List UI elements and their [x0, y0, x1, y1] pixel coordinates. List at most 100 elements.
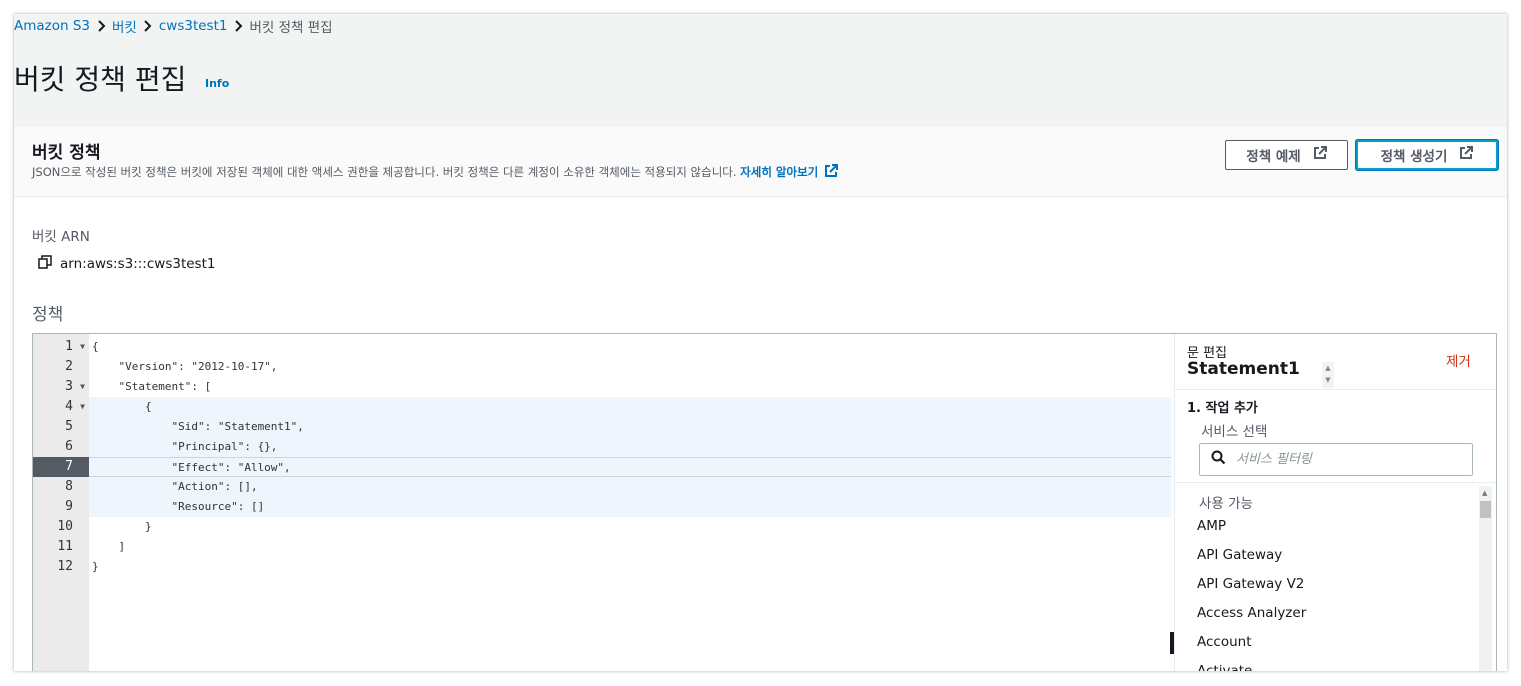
line-number: 3 ▼ [33, 377, 89, 397]
learn-more-label: 자세히 알아보기 [740, 165, 819, 179]
code-line[interactable]: ] [89, 537, 1171, 557]
code-line-text: "Effect": "Allow", [92, 461, 291, 474]
service-filter-field[interactable] [1199, 443, 1473, 476]
service-filter-input[interactable] [1234, 451, 1458, 468]
line-number-text: 11 [57, 539, 73, 554]
line-number: 1 ▼ [33, 337, 89, 357]
line-number-text: 2 [65, 359, 73, 374]
chevron-right-icon [137, 18, 159, 34]
chevron-right-icon [90, 18, 112, 34]
fold-toggle-icon[interactable]: ▼ [80, 377, 85, 397]
external-link-icon [824, 164, 839, 181]
code-line-text: "Resource": [] [92, 500, 265, 513]
statement-stepper[interactable]: ▲ ▼ [1322, 362, 1334, 388]
line-number: 5 [33, 417, 89, 437]
code-line[interactable]: "Action": [], [89, 477, 1171, 497]
external-link-icon [1313, 146, 1327, 164]
line-number-text: 8 [65, 479, 73, 494]
code-line[interactable]: "Version": "2012-10-17", [89, 357, 1171, 377]
remove-statement-button[interactable]: 제거 [1446, 350, 1471, 370]
line-number: 4 ▼ [33, 397, 89, 417]
panel-description: JSON으로 작성된 버킷 정책은 버킷에 저장된 객체에 대한 액세스 권한을… [32, 164, 839, 181]
line-number-text: 1 [65, 339, 73, 354]
code-area[interactable]: { "Version": "2012-10-17", "Statement": … [89, 334, 1171, 671]
code-line-text: "Action": [], [92, 480, 258, 493]
description-text: JSON으로 작성된 버킷 정책은 버킷에 저장된 객체에 대한 액세스 권한을… [32, 165, 737, 179]
breadcrumb-amazon-s3[interactable]: Amazon S3 [14, 18, 90, 34]
service-item[interactable]: Access Analyzer [1197, 603, 1467, 632]
add-actions-step: 1. 작업 추가 [1187, 401, 1258, 416]
page-title: 버킷 정책 편집 [14, 63, 187, 96]
arn-label: 버킷 ARN [32, 229, 90, 245]
service-item[interactable]: Activate [1197, 661, 1467, 671]
divider [1175, 389, 1496, 390]
search-icon [1211, 450, 1226, 469]
breadcrumb-current: 버킷 정책 편집 [249, 20, 333, 36]
policy-examples-button[interactable]: 정책 예제 [1225, 140, 1348, 170]
code-line[interactable]: "Sid": "Statement1", [89, 417, 1171, 437]
policy-editor[interactable]: 1 ▼ 2 3 ▼ 4 ▼ 5 6 7 8 9 10 11 12 { "Version": "2012-10… [32, 333, 1497, 671]
line-number: 6 [33, 437, 89, 457]
select-service-label: 서비스 선택 [1201, 424, 1268, 440]
copy-icon[interactable] [38, 255, 52, 273]
line-number-text: 6 [65, 439, 73, 454]
code-line[interactable]: "Resource": [] [89, 497, 1171, 517]
chevron-right-icon [227, 18, 249, 34]
service-item[interactable]: API Gateway [1197, 545, 1467, 574]
bucket-policy-panel: 버킷 정책 JSON으로 작성된 버킷 정책은 버킷에 저장된 객체에 대한 액… [14, 125, 1507, 671]
policy-generator-button[interactable]: 정책 생성기 [1355, 139, 1499, 171]
line-number-text: 4 [65, 399, 73, 414]
policy-generator-label: 정책 생성기 [1380, 149, 1448, 165]
code-line[interactable]: { [89, 397, 1171, 417]
service-item[interactable]: API Gateway V2 [1197, 574, 1467, 603]
code-line[interactable]: { [89, 337, 1171, 357]
line-number: 12 [33, 557, 89, 577]
fold-toggle-icon[interactable]: ▼ [80, 337, 85, 357]
code-line-text: "Sid": "Statement1", [92, 420, 304, 433]
info-link[interactable]: Info [205, 77, 229, 90]
code-line[interactable]: "Statement": [ [89, 377, 1171, 397]
code-line[interactable]: "Principal": {}, [89, 437, 1171, 457]
fold-toggle-icon[interactable]: ▼ [80, 397, 85, 417]
line-number-text: 7 [65, 459, 73, 474]
code-line-text: { [92, 340, 99, 353]
line-number: 10 [33, 517, 89, 537]
scrollbar-thumb[interactable] [1480, 501, 1491, 518]
panel-header: 버킷 정책 JSON으로 작성된 버킷 정책은 버킷에 저장된 객체에 대한 액… [14, 126, 1507, 197]
line-number-gutter: 1 ▼ 2 3 ▼ 4 ▼ 5 6 7 8 9 10 11 12 [33, 334, 89, 671]
scroll-up-icon[interactable]: ▲ [1482, 489, 1487, 497]
line-number: 9 [33, 497, 89, 517]
code-line-text: ] [92, 540, 126, 553]
policy-examples-label: 정책 예제 [1246, 149, 1301, 165]
learn-more-link[interactable]: 자세히 알아보기 [740, 164, 839, 181]
statement-editor-panel: 문 편집 Statement1 ▲▼ 제거 1. 작업 추가 서비스 선택 사용… [1174, 334, 1496, 671]
statement-name: Statement1 [1187, 359, 1300, 379]
line-number: 8 [33, 477, 89, 497]
breadcrumb: Amazon S3 버킷 cws3test1 버킷 정책 편집 [14, 16, 333, 36]
breadcrumb-bucket[interactable]: cws3test1 [159, 18, 228, 34]
code-line[interactable]: } [89, 557, 1171, 577]
service-item[interactable]: AMP [1197, 516, 1467, 545]
line-number-text: 9 [65, 499, 73, 514]
service-list-scrollbar[interactable]: ▲ [1479, 486, 1492, 671]
code-line-text: "Statement": [ [92, 380, 212, 393]
arn-value: arn:aws:s3:::cws3test1 [60, 256, 216, 272]
panel-title: 버킷 정책 [32, 143, 101, 163]
available-header: 사용 가능 [1199, 496, 1253, 512]
line-number: 2 [33, 357, 89, 377]
line-number: 7 [33, 457, 89, 477]
service-item[interactable]: Account [1197, 632, 1467, 661]
line-number-text: 5 [65, 419, 73, 434]
code-line[interactable]: "Effect": "Allow", [89, 457, 1171, 477]
breadcrumb-buckets[interactable]: 버킷 [112, 16, 137, 36]
service-list: AMP API Gateway API Gateway V2 Access Analy… [1197, 516, 1467, 671]
line-number-text: 10 [57, 519, 73, 534]
code-line-text: } [92, 520, 152, 533]
external-link-icon [1459, 146, 1474, 164]
line-number-text: 12 [57, 559, 73, 574]
code-line[interactable]: } [89, 517, 1171, 537]
console-frame: Amazon S3 버킷 cws3test1 버킷 정책 편집 버킷 정책 편집… [14, 14, 1507, 671]
arn-row: arn:aws:s3:::cws3test1 [38, 255, 215, 273]
code-line-text: } [92, 560, 99, 573]
policy-label: 정책 [32, 305, 64, 325]
